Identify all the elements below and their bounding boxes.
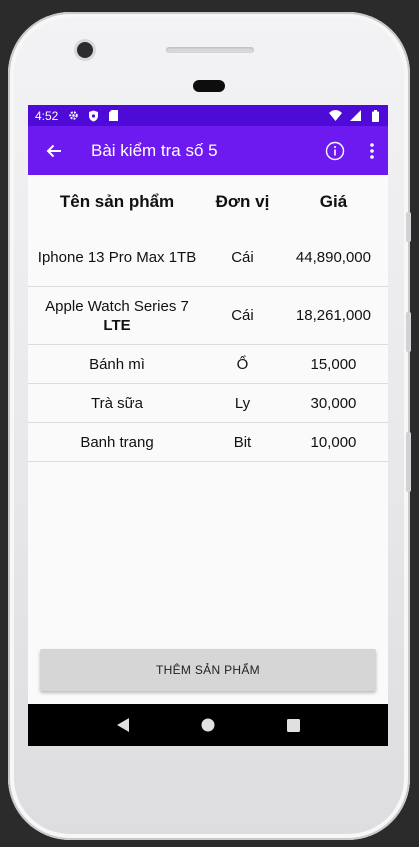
header-product-name: Tên sản phẩm: [59, 192, 175, 211]
wifi-icon: [328, 109, 342, 123]
info-icon[interactable]: [322, 138, 348, 164]
shield-icon: [86, 109, 100, 123]
app-screen: 4:52 Bài kiểm tra số 5 Tên sản phẩm Đơn …: [28, 105, 388, 746]
back-triangle-icon[interactable]: [111, 713, 135, 737]
proximity-sensor: [193, 80, 225, 92]
page-title: Bài kiểm tra số 5: [91, 140, 218, 160]
status-time: 4:52: [35, 108, 59, 123]
cell-product-name: Banh trang: [28, 422, 207, 462]
table-row[interactable]: Banh trang Bit 10,000: [28, 422, 388, 462]
cell-price: 30,000: [278, 383, 388, 423]
status-bar: 4:52: [28, 105, 388, 126]
cell-product-name: Apple Watch Series 7 LTE: [28, 286, 207, 345]
more-vertical-icon[interactable]: [362, 138, 382, 164]
table-row[interactable]: Apple Watch Series 7 LTE Cái 18,261,000: [28, 286, 388, 345]
cell-price: 18,261,000: [278, 286, 388, 345]
side-button-top: [406, 212, 411, 242]
app-bar: Bài kiểm tra số 5: [28, 126, 388, 175]
side-button-bottom: [406, 432, 411, 492]
header-unit: Đơn vị: [215, 192, 270, 211]
cell-price: 15,000: [278, 344, 388, 384]
front-camera: [77, 42, 93, 58]
table-header-row: Tên sản phẩm Đơn vị Giá: [28, 175, 388, 229]
cell-unit: Bit: [206, 422, 279, 462]
sd-card-icon: [106, 109, 120, 123]
earpiece-speaker: [166, 47, 254, 53]
cell-price: 44,890,000: [278, 229, 388, 287]
header-price: Giá: [319, 192, 348, 211]
cell-product-name: Trà sữa: [28, 383, 207, 423]
cell-unit: Ly: [206, 383, 279, 423]
cell-unit: Ổ: [206, 344, 279, 384]
battery-icon: [368, 109, 382, 123]
cell-product-name: Bánh mì: [28, 344, 207, 384]
cell-price: 10,000: [278, 422, 388, 462]
gear-icon: [66, 109, 80, 123]
product-name-bold-text: LTE: [103, 316, 131, 334]
signal-icon: [348, 109, 362, 123]
table-row[interactable]: Trà sữa Ly 30,000: [28, 383, 388, 423]
table-row[interactable]: Bánh mì Ổ 15,000: [28, 344, 388, 384]
side-button-middle: [406, 312, 411, 352]
table-row[interactable]: Iphone 13 Pro Max 1TB Cái 44,890,000: [28, 229, 388, 287]
product-table: Tên sản phẩm Đơn vị Giá Iphone 13 Pro Ma…: [28, 175, 388, 462]
product-name-text: Apple Watch Series 7: [45, 297, 189, 315]
cell-unit: Cái: [206, 286, 279, 345]
add-product-button[interactable]: THÊM SẢN PHẨM: [40, 649, 376, 691]
cell-unit: Cái: [206, 229, 279, 287]
recents-square-icon[interactable]: [281, 713, 305, 737]
cell-product-name: Iphone 13 Pro Max 1TB: [28, 229, 207, 287]
back-arrow-icon[interactable]: [42, 139, 66, 163]
navigation-bar: [28, 704, 388, 746]
home-circle-icon[interactable]: [196, 713, 220, 737]
